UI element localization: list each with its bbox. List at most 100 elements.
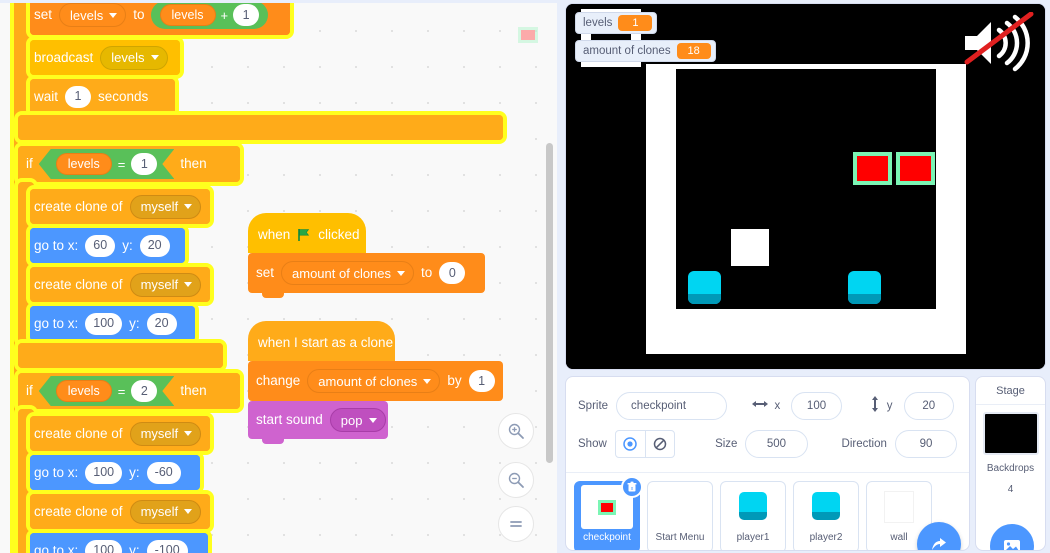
checkpoint-sprite-2[interactable]: [896, 152, 935, 185]
block-if-levels-2[interactable]: if levels = 2 then: [18, 373, 240, 409]
change-variable-dropdown[interactable]: amount of clones: [307, 369, 441, 393]
monitor-levels[interactable]: levels 1: [575, 12, 658, 34]
y-input[interactable]: 20: [903, 392, 954, 420]
if2-then-label: then: [180, 383, 207, 399]
if1-left-variable[interactable]: levels: [56, 153, 112, 175]
goto3-y-input[interactable]: -60: [146, 461, 181, 484]
block-create-clone-1[interactable]: create clone of myself: [30, 189, 210, 224]
size-input[interactable]: 500: [745, 430, 808, 458]
operand-variable-levels[interactable]: levels: [159, 4, 216, 26]
clone3-target-value: myself: [140, 426, 179, 441]
if2-right-value[interactable]: 2: [131, 380, 157, 402]
set2-variable-dropdown[interactable]: amount of clones: [281, 261, 415, 285]
x-input[interactable]: 100: [791, 392, 842, 420]
zoom-in-button[interactable]: [498, 413, 534, 449]
block-start-sound[interactable]: start sound pop: [248, 401, 388, 439]
operand-number[interactable]: 1: [233, 4, 260, 26]
chevron-down-icon: [184, 204, 193, 209]
goto2-y-input[interactable]: 20: [146, 312, 177, 335]
chevron-down-icon: [184, 509, 193, 514]
show-visible-button[interactable]: [616, 431, 645, 457]
code-workspace[interactable]: set levels to levels + 1 broadcast level…: [0, 0, 557, 553]
y-label: y: [886, 400, 893, 412]
block-create-clone-4[interactable]: create clone of myself: [30, 494, 210, 529]
goto1-y-input[interactable]: 20: [139, 234, 170, 257]
block-set-levels[interactable]: set levels to levels + 1: [30, 3, 290, 35]
sprite-card-checkpoint[interactable]: x checkpoint: [574, 476, 643, 550]
if1-label: if: [26, 156, 33, 172]
goto4-y-input[interactable]: -100: [146, 539, 188, 553]
start-sound-dropdown[interactable]: pop: [329, 408, 386, 432]
sprite-card-player2[interactable]: player2: [793, 481, 859, 550]
show-toggle-group[interactable]: [614, 430, 676, 458]
clicked-label: clicked: [318, 227, 360, 243]
goto2-x-input[interactable]: 100: [85, 312, 123, 335]
clone4-target-value: myself: [140, 504, 179, 519]
x-label: x: [774, 400, 781, 412]
goto3-x-input[interactable]: 100: [85, 461, 123, 484]
add-backdrop-icon: [1004, 540, 1020, 550]
block-create-clone-2[interactable]: create clone of myself: [30, 267, 210, 302]
start-sound-notch: [262, 439, 284, 444]
monitor-levels-value: 1: [618, 15, 653, 31]
if1-close-bar[interactable]: [18, 343, 223, 368]
code-area-scrollbar[interactable]: [546, 143, 553, 463]
block-goto-1[interactable]: go to x: 60 y: 20: [30, 228, 185, 263]
operator-add[interactable]: levels + 1: [150, 3, 269, 29]
monitor-amount-of-clones[interactable]: amount of clones 18: [575, 40, 716, 62]
if1-right-value[interactable]: 1: [131, 153, 157, 175]
goto4-x-input[interactable]: 100: [85, 539, 123, 553]
sprite-panel: Sprite checkpoint x 100 y 20 Show Size 5…: [565, 376, 970, 551]
set-label: set: [34, 7, 53, 23]
sprite-name-input[interactable]: checkpoint: [616, 392, 727, 420]
clone3-target-dropdown[interactable]: myself: [129, 421, 202, 446]
block-set-amount-of-clones[interactable]: set amount of clones to 0: [248, 253, 485, 293]
clone4-target-dropdown[interactable]: myself: [129, 499, 202, 524]
clone2-target-value: myself: [140, 277, 179, 292]
goto1-x-input[interactable]: 60: [85, 234, 116, 257]
chevron-down-icon: [368, 417, 377, 423]
clone1-target-dropdown[interactable]: myself: [129, 194, 202, 219]
sprite-name-checkpoint: checkpoint: [583, 532, 631, 543]
if1-condition-equals[interactable]: levels = 1: [39, 149, 175, 179]
when-label: when: [258, 227, 291, 243]
zoom-reset-button[interactable]: [498, 506, 534, 542]
clone4-label: create clone of: [34, 503, 123, 519]
clone2-target-dropdown[interactable]: myself: [129, 272, 202, 297]
show-hidden-button[interactable]: [644, 431, 674, 457]
block-if-levels-1[interactable]: if levels = 1 then: [18, 146, 240, 182]
if2-condition-equals[interactable]: levels = 2: [39, 376, 175, 406]
block-broadcast[interactable]: broadcast levels: [30, 40, 180, 75]
add-backdrop-button[interactable]: [990, 524, 1034, 550]
sprite-card-player1[interactable]: player1: [720, 481, 786, 550]
stage[interactable]: levels 1 amount of clones 18: [565, 3, 1046, 370]
stage-canvas[interactable]: levels 1 amount of clones 18: [566, 4, 1045, 369]
zoom-out-button[interactable]: [498, 462, 534, 498]
eye-icon: [623, 437, 638, 451]
stage-selector-panel[interactable]: Stage Backdrops 4: [975, 376, 1046, 551]
block-create-clone-3[interactable]: create clone of myself: [30, 416, 210, 451]
broadcast-message-dropdown[interactable]: levels: [100, 45, 168, 70]
change-value-input[interactable]: 1: [468, 370, 495, 392]
block-change-amount-of-clones[interactable]: change amount of clones by 1: [248, 361, 503, 401]
c-block-close-bar[interactable]: [18, 115, 503, 140]
block-goto-2[interactable]: go to x: 100 y: 20: [30, 306, 195, 341]
stage-backdrop-thumb[interactable]: [982, 412, 1039, 455]
direction-input[interactable]: 90: [894, 430, 957, 458]
change-label: change: [256, 373, 301, 389]
sprite-info-row-2: Show Size 500 Direction 90: [578, 425, 957, 463]
block-goto-3[interactable]: go to x: 100 y: -60: [30, 455, 200, 490]
set2-value-input[interactable]: 0: [439, 262, 466, 284]
broadcast-message-value: levels: [111, 50, 145, 65]
wait-label: wait: [34, 88, 59, 104]
checkpoint-sprite-1[interactable]: [853, 152, 892, 185]
delete-sprite-button[interactable]: x: [621, 476, 643, 498]
if2-left-variable[interactable]: levels: [56, 380, 112, 402]
wait-seconds-input[interactable]: 1: [65, 85, 92, 108]
set2-label: set: [256, 265, 275, 281]
set-variable-dropdown[interactable]: levels: [59, 3, 127, 27]
block-wait[interactable]: wait 1 seconds: [30, 79, 175, 114]
block-goto-4[interactable]: go to x: 100 y: -100: [30, 533, 208, 553]
sprite-card-start-menu[interactable]: Start Menu: [647, 481, 713, 550]
wall-thumb: [873, 485, 925, 529]
